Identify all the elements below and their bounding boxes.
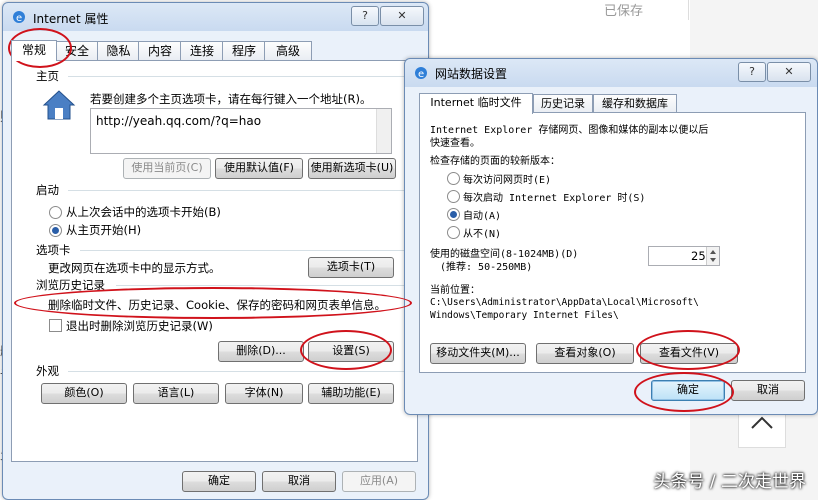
section-history-header: 浏览历史记录 <box>36 278 105 292</box>
section-home-header: 主页 <box>36 69 59 83</box>
check-every-visit-radio[interactable] <box>447 172 460 185</box>
help-button[interactable]: ? <box>738 62 766 82</box>
location-path-line-2: Windows\Temporary Internet Files\ <box>430 310 619 321</box>
home-description: 若要创建多个主页选项卡，请在每行键入一个地址(R)。 <box>90 92 372 106</box>
view-files-button[interactable]: 查看文件(V) <box>640 343 738 364</box>
view-objects-button[interactable]: 查看对象(O) <box>536 343 634 364</box>
use-default-button[interactable]: 使用默认值(F) <box>215 158 303 179</box>
tab-advanced[interactable]: 高级 <box>264 41 312 60</box>
delete-on-exit-label: 退出时删除浏览历史记录(W) <box>66 319 213 333</box>
startup-last-session-label: 从上次会话中的选项卡开始(B) <box>66 205 221 219</box>
section-appearance-header: 外观 <box>36 364 59 378</box>
check-every-start-radio[interactable] <box>447 190 460 203</box>
cancel-button[interactable]: 取消 <box>731 380 805 401</box>
scrollbar[interactable] <box>376 109 391 153</box>
cancel-button[interactable]: 取消 <box>262 471 336 492</box>
tab-connections[interactable]: 连接 <box>180 41 224 60</box>
location-path-line-1: C:\Users\Administrator\AppData\Local\Mic… <box>430 297 699 308</box>
check-newer-label: 检查存储的页面的较新版本： <box>430 156 560 167</box>
home-icon <box>42 89 76 121</box>
ie-icon: e <box>413 65 429 81</box>
watermark: 头条号 / 二次走世界 <box>653 472 806 492</box>
colors-button[interactable]: 颜色(O) <box>41 383 127 404</box>
check-auto-label: 自动(A) <box>463 211 502 222</box>
svg-text:e: e <box>418 69 424 80</box>
internet-properties-window: e Internet 属性 ? ✕ 常规 安全 隐私 内容 连接 程序 高级 主… <box>2 2 429 500</box>
website-data-settings-window: e 网站数据设置 ? ✕ Internet 临时文件 历史记录 缓存和数据库 I… <box>404 58 818 415</box>
help-button[interactable]: ? <box>351 6 379 26</box>
tab-security[interactable]: 安全 <box>55 41 99 60</box>
chevron-up-icon <box>751 416 773 429</box>
current-location-label: 当前位置： <box>430 285 480 296</box>
temporary-files-panel: Internet Explorer 存储网页、图像和媒体的副本以便以后 快速查看… <box>419 112 806 373</box>
window-title: Internet 属性 <box>33 12 109 26</box>
ok-button[interactable]: 确定 <box>182 471 256 492</box>
delete-on-exit-checkbox[interactable] <box>49 319 62 332</box>
move-folder-button[interactable]: 移动文件夹(M)... <box>430 343 526 364</box>
general-tab-panel: 主页 若要创建多个主页选项卡，请在每行键入一个地址(R)。 http://yea… <box>11 60 418 462</box>
disk-space-spinner[interactable] <box>706 247 719 265</box>
use-new-tab-button[interactable]: 使用新选项卡(U) <box>308 158 396 179</box>
disk-space-hint: (推荐: 50-250MB) <box>440 262 533 273</box>
check-every-visit-label: 每次访问网页时(E) <box>463 175 552 186</box>
close-button[interactable]: ✕ <box>767 62 811 82</box>
languages-button[interactable]: 语言(L) <box>133 383 219 404</box>
ie-icon: e <box>11 9 27 25</box>
tabs-button[interactable]: 选项卡(T) <box>308 257 394 278</box>
tab-temporary-files[interactable]: Internet 临时文件 <box>419 93 533 114</box>
window-title: 网站数据设置 <box>435 67 508 81</box>
close-button[interactable]: ✕ <box>380 6 424 26</box>
section-startup-header: 启动 <box>36 183 59 197</box>
apply-button[interactable]: 应用(A) <box>342 471 416 492</box>
tab-history[interactable]: 历史记录 <box>533 94 593 113</box>
home-url-input[interactable]: http://yeah.qq.com/?q=hao <box>90 108 392 154</box>
description-line-2: 快速查看。 <box>430 138 480 149</box>
svg-text:e: e <box>16 13 22 24</box>
use-current-button[interactable]: 使用当前页(C) <box>123 158 211 179</box>
accessibility-button[interactable]: 辅助功能(E) <box>308 383 394 404</box>
startup-last-session-radio[interactable] <box>49 206 62 219</box>
startup-home-label: 从主页开始(H) <box>66 223 142 237</box>
tab-general[interactable]: 常规 <box>11 40 57 61</box>
history-description: 删除临时文件、历史记录、Cookie、保存的密码和网页表单信息。 <box>48 298 387 312</box>
check-auto-radio[interactable] <box>447 208 460 221</box>
ok-button[interactable]: 确定 <box>651 380 725 401</box>
check-never-radio[interactable] <box>447 226 460 239</box>
delete-history-button[interactable]: 删除(D)... <box>218 341 304 362</box>
history-settings-button[interactable]: 设置(S) <box>308 341 394 362</box>
tab-programs[interactable]: 程序 <box>222 41 266 60</box>
spin-arrows-icon <box>710 250 716 262</box>
tabs-description: 更改网页在选项卡中的显示方式。 <box>48 261 221 275</box>
check-never-label: 从不(N) <box>463 229 502 240</box>
saved-status: 已保存 <box>604 4 644 19</box>
check-every-start-label: 每次启动 Internet Explorer 时(S) <box>463 193 646 204</box>
tab-privacy[interactable]: 隐私 <box>97 41 140 60</box>
section-tabs-header: 选项卡 <box>36 243 71 257</box>
fonts-button[interactable]: 字体(N) <box>225 383 303 404</box>
startup-home-radio[interactable] <box>49 224 62 237</box>
tab-caches-databases[interactable]: 缓存和数据库 <box>593 94 677 113</box>
tab-content[interactable]: 内容 <box>138 41 182 60</box>
